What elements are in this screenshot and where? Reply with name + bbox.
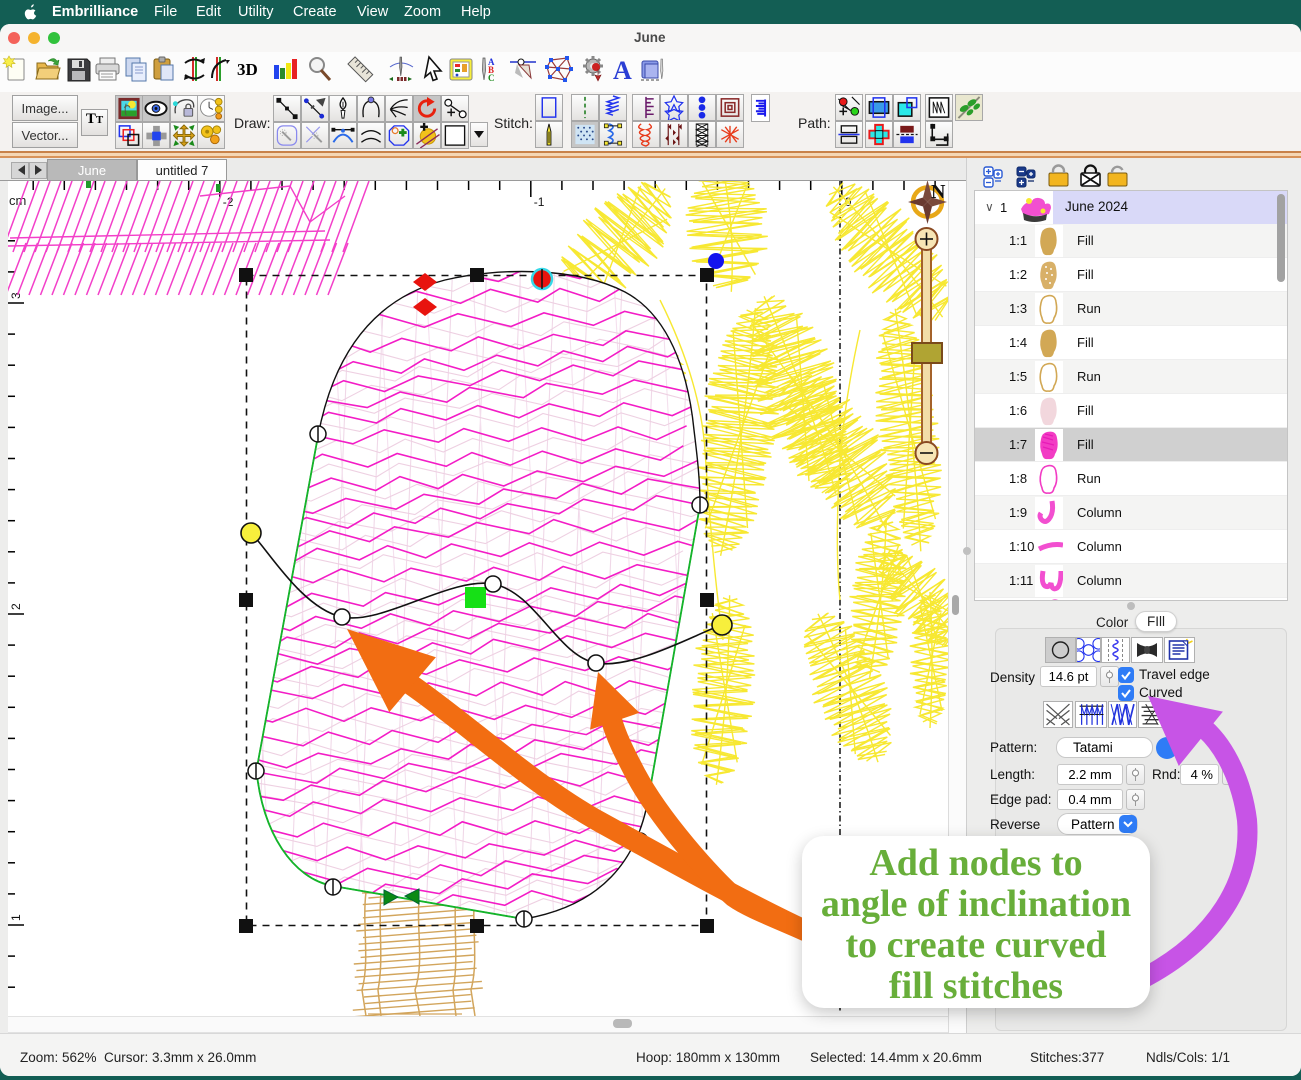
- svg-text:C: C: [488, 73, 495, 83]
- svg-text:N: N: [931, 181, 946, 203]
- svg-text:3D: 3D: [237, 60, 258, 79]
- svg-text:cm: cm: [9, 193, 26, 208]
- svg-text:1: 1: [9, 914, 23, 921]
- svg-text:3: 3: [9, 292, 23, 299]
- svg-text:2: 2: [9, 603, 23, 610]
- svg-text:A: A: [613, 56, 632, 85]
- svg-text:-1: -1: [534, 195, 545, 209]
